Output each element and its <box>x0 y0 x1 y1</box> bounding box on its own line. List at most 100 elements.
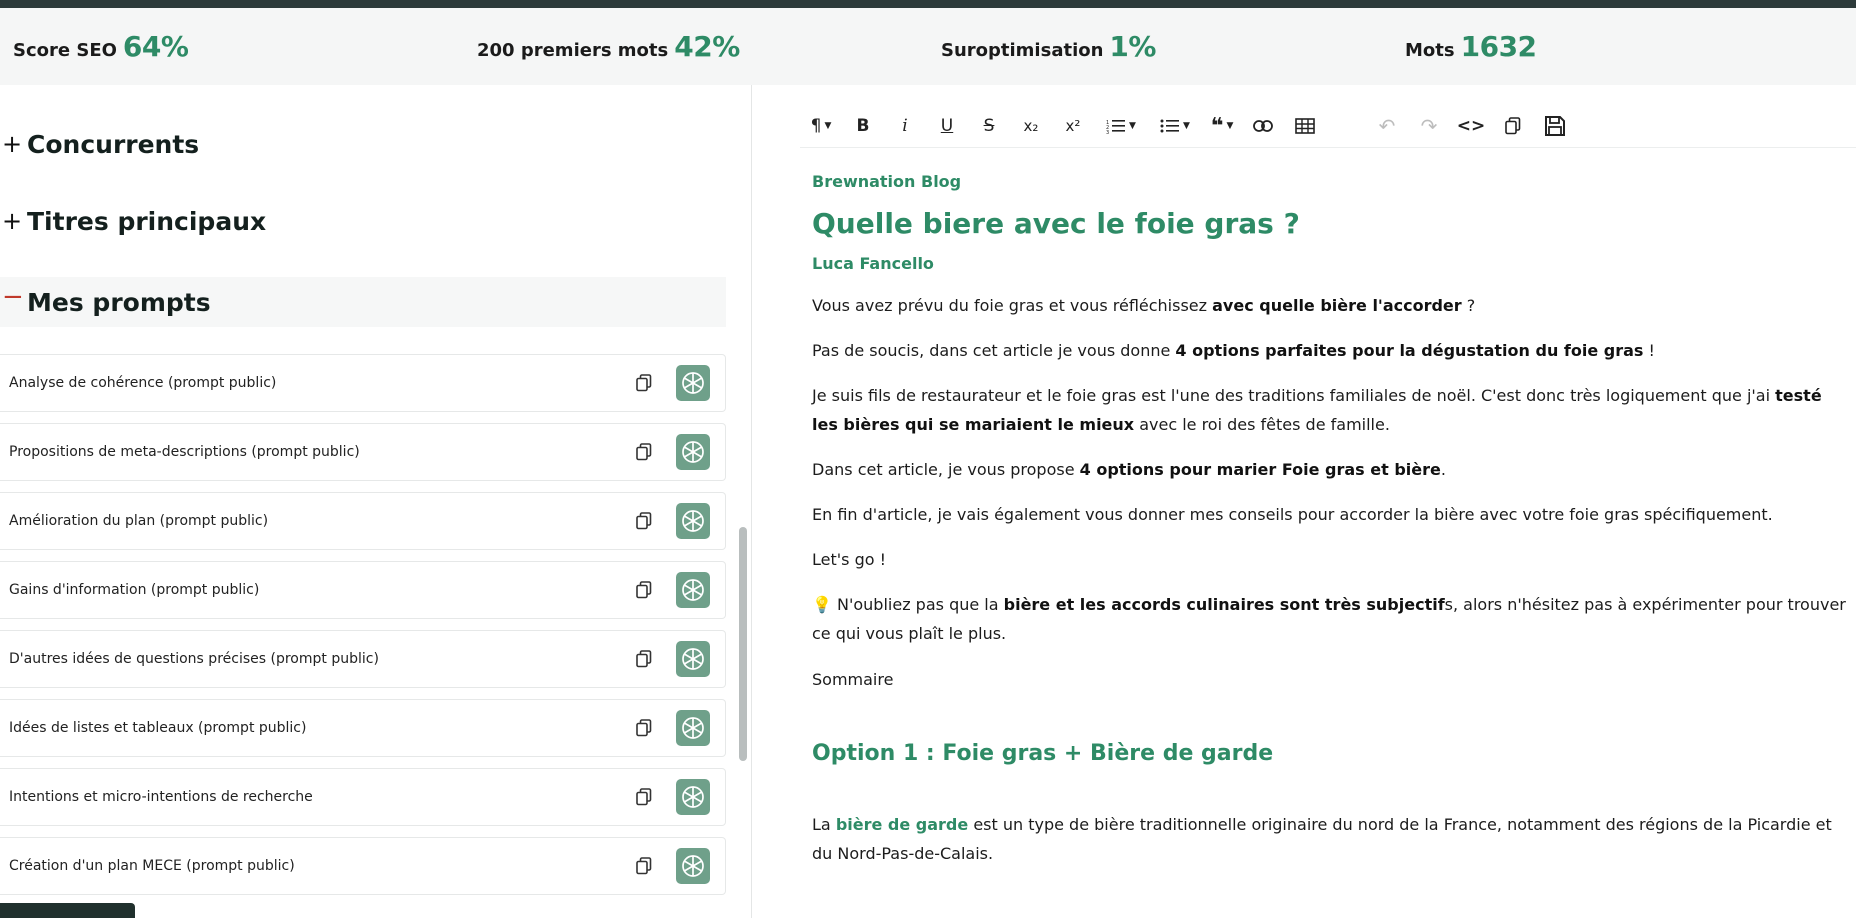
accordion-main-headings[interactable]: + Titres principaux <box>0 200 726 242</box>
quote-button[interactable]: ❝ ▼ <box>1202 111 1242 141</box>
paragraph-tip: 💡 N'oubliez pas que la bière et les acco… <box>812 590 1852 648</box>
text: Pas de soucis, dans cet article je vous … <box>812 341 1176 360</box>
accordion-competitors[interactable]: + Concurrents <box>0 123 726 165</box>
paragraph-options: Pas de soucis, dans cet article je vous … <box>812 336 1852 365</box>
blog-name: Brewnation Blog <box>812 172 962 191</box>
accordion-title: Mes prompts <box>27 287 211 317</box>
metric-first-200-words: 200 premiers mots 42% <box>464 30 928 63</box>
prompt-item[interactable]: Gains d'information (prompt public) <box>0 561 726 619</box>
article-title: Quelle biere avec le foie gras ? <box>812 207 1300 240</box>
paragraph-format-button[interactable]: ¶ ▼ <box>800 111 842 141</box>
accordion-my-prompts[interactable]: − Mes prompts <box>0 277 726 327</box>
chatgpt-icon[interactable] <box>676 572 710 608</box>
copy-icon[interactable] <box>636 650 654 668</box>
floating-widget[interactable] <box>0 903 135 918</box>
metric-over-optimization: Suroptimisation 1% <box>928 30 1392 63</box>
chatgpt-icon[interactable] <box>676 779 710 815</box>
link-biere-de-garde[interactable]: bière de garde <box>836 815 968 834</box>
left-panel: + Concurrents + Titres principaux − Mes … <box>0 85 751 918</box>
prompt-label: D'autres idées de questions précises (pr… <box>9 651 379 667</box>
underline-button[interactable]: U <box>926 111 968 141</box>
link-icon <box>1253 120 1273 132</box>
italic-button[interactable]: i <box>884 111 926 141</box>
copy-icon[interactable] <box>636 374 654 392</box>
prompt-label: Idées de listes et tableaux (prompt publ… <box>9 720 307 736</box>
copy-icon[interactable] <box>636 857 654 875</box>
text: Let's go ! <box>812 550 887 569</box>
text: ! <box>1643 341 1655 360</box>
link-button[interactable] <box>1242 111 1284 141</box>
svg-text:3: 3 <box>1106 130 1109 134</box>
table-icon <box>1295 118 1315 134</box>
bold-button[interactable]: B <box>842 111 884 141</box>
bold-text: 4 options parfaites pour la dégustation … <box>1175 341 1644 360</box>
copy-icon[interactable] <box>636 581 654 599</box>
editor-toolbar: ¶ ▼ B i U S x₂ x² 123 ▼ ▼ ❝ ▼ ↶ ↷ <> <box>800 105 1856 148</box>
prompt-item[interactable]: Idées de listes et tableaux (prompt publ… <box>0 699 726 757</box>
chatgpt-icon[interactable] <box>676 848 710 884</box>
paragraph-icon: ¶ <box>810 116 822 136</box>
metric-value: 1% <box>1109 30 1156 63</box>
editor-panel: ¶ ▼ B i U S x₂ x² 123 ▼ ▼ ❝ ▼ ↶ ↷ <> Brewn… <box>752 85 1856 918</box>
bullet-list-button[interactable]: ▼ <box>1148 111 1202 141</box>
text: ? <box>1461 296 1476 315</box>
ordered-list-button[interactable]: 123 ▼ <box>1094 111 1148 141</box>
lightbulb-icon: 💡 <box>812 595 832 614</box>
chatgpt-icon[interactable] <box>676 641 710 677</box>
bold-icon: B <box>856 116 870 136</box>
bullet-list-icon <box>1160 119 1180 133</box>
caret-down-icon: ▼ <box>1129 121 1136 131</box>
chatgpt-icon[interactable] <box>676 503 710 539</box>
copy-icon <box>1505 117 1521 135</box>
copy-icon[interactable] <box>636 788 654 806</box>
copy-icon[interactable] <box>636 512 654 530</box>
save-button[interactable] <box>1534 111 1576 141</box>
paragraph-biere-de-garde: La bière de garde est un type de bière t… <box>812 810 1852 868</box>
article-author: Luca Fancello <box>812 254 934 273</box>
undo-button[interactable]: ↶ <box>1366 111 1408 141</box>
top-bar <box>0 0 1856 8</box>
chatgpt-icon[interactable] <box>676 710 710 746</box>
subscript-button[interactable]: x₂ <box>1010 111 1052 141</box>
accordion-title: Concurrents <box>27 129 200 159</box>
prompt-item[interactable]: Analyse de cohérence (prompt public) <box>0 354 726 412</box>
chatgpt-icon[interactable] <box>676 434 710 470</box>
undo-icon: ↶ <box>1378 114 1396 138</box>
minus-icon: − <box>2 282 24 312</box>
quote-icon: ❝ <box>1210 113 1224 139</box>
metric-seo-score: Score SEO 64% <box>0 30 464 63</box>
text: En fin d'article, je vais également vous… <box>812 505 1773 524</box>
superscript-button[interactable]: x² <box>1052 111 1094 141</box>
ordered-list-icon: 123 <box>1106 120 1126 134</box>
metric-value: 42% <box>674 30 740 63</box>
save-icon <box>1545 116 1565 136</box>
redo-button[interactable]: ↷ <box>1408 111 1450 141</box>
strikethrough-icon: S <box>983 116 995 136</box>
strikethrough-button[interactable]: S <box>968 111 1010 141</box>
subscript-icon: x₂ <box>1023 117 1039 135</box>
plus-icon: + <box>2 130 23 158</box>
scrollbar-thumb[interactable] <box>739 527 747 761</box>
prompt-label: Propositions de meta-descriptions (promp… <box>9 444 360 460</box>
bold-text: avec quelle bière l'accorder <box>1212 296 1462 315</box>
code-view-button[interactable]: <> <box>1450 111 1492 141</box>
bold-text: 4 options pour marier Foie gras et bière <box>1079 460 1441 479</box>
bold-text: bière et les accords culinaires sont trè… <box>1003 595 1445 614</box>
metric-value: 1632 <box>1460 30 1537 63</box>
table-button[interactable] <box>1284 111 1326 141</box>
copy-icon[interactable] <box>636 719 654 737</box>
prompt-item[interactable]: Propositions de meta-descriptions (promp… <box>0 423 726 481</box>
prompt-item[interactable]: Création d'un plan MECE (prompt public) <box>0 837 726 895</box>
prompt-item[interactable]: D'autres idées de questions précises (pr… <box>0 630 726 688</box>
prompt-label: Amélioration du plan (prompt public) <box>9 513 269 529</box>
text: La <box>812 815 836 834</box>
prompt-item[interactable]: Amélioration du plan (prompt public) <box>0 492 726 550</box>
text: Sommaire <box>812 670 894 689</box>
copy-icon[interactable] <box>636 443 654 461</box>
text: Je suis fils de restaurateur et le foie … <box>812 386 1776 405</box>
prompt-item[interactable]: Intentions et micro-intentions de recher… <box>0 768 726 826</box>
summary-heading: Sommaire <box>812 665 1852 694</box>
paragraph-background: Je suis fils de restaurateur et le foie … <box>812 381 1852 439</box>
copy-content-button[interactable] <box>1492 111 1534 141</box>
chatgpt-icon[interactable] <box>676 365 710 401</box>
